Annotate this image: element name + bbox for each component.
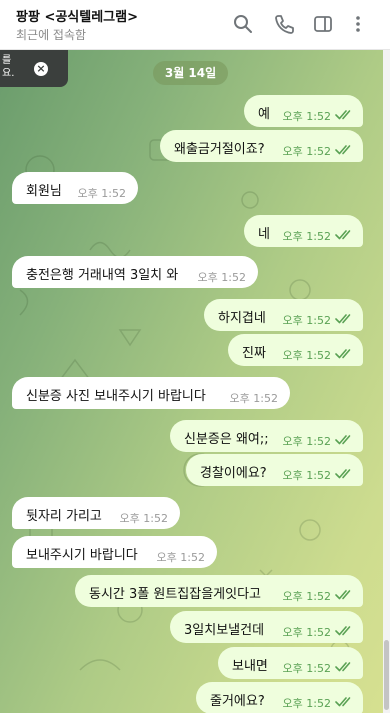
message-time: 오후 1:52 xyxy=(282,145,331,158)
search-icon[interactable] xyxy=(232,13,254,35)
message-time: 오후 1:52 xyxy=(282,230,331,243)
outgoing-message[interactable]: 하지겹네 오후 1:52 xyxy=(204,299,363,331)
message-text: 경찰이에요? xyxy=(200,466,267,481)
outgoing-message[interactable]: 3일치보낼건데 오후 1:52 xyxy=(170,611,363,643)
message-text: 신분증 사진 보내주시기 바랍니다 xyxy=(26,389,206,404)
message-text: 네 xyxy=(258,227,270,242)
outgoing-message[interactable]: 신분증은 왜여;; 오후 1:52 xyxy=(170,420,363,452)
outgoing-message[interactable]: 예 오후 1:52 xyxy=(244,95,363,127)
double-check-icon xyxy=(335,145,351,155)
message-text: 신분증은 왜여;; xyxy=(184,432,269,447)
message-time: 오후 1:52 xyxy=(282,626,331,639)
outgoing-message[interactable]: 보내면 오후 1:52 xyxy=(218,647,363,679)
incoming-message[interactable]: 뒷자리 가리고 오후 1:52 xyxy=(12,497,180,529)
message-time: 오후 1:52 xyxy=(197,271,246,284)
double-check-icon xyxy=(335,314,351,324)
incoming-message[interactable]: 충전은행 거래내역 3일치 와 오후 1:52 xyxy=(12,256,258,288)
notification-toast[interactable]: 를 요. × xyxy=(0,50,68,87)
chat-header: 팡팡 <공식텔레그램> 최근에 접속함 xyxy=(0,0,390,50)
message-text: 충전은행 거래내역 3일치 와 xyxy=(26,268,179,283)
message-text: 뒷자리 가리고 xyxy=(26,509,102,524)
chat-title[interactable]: 팡팡 <공식텔레그램> xyxy=(16,6,138,25)
double-check-icon xyxy=(335,626,351,636)
outgoing-message[interactable]: 진짜 오후 1:52 xyxy=(228,334,363,366)
double-check-icon xyxy=(335,662,351,672)
message-time: 오후 1:52 xyxy=(282,697,331,710)
outgoing-message[interactable]: 네 오후 1:52 xyxy=(244,215,363,247)
sidebar-toggle-icon[interactable] xyxy=(312,13,334,35)
incoming-message[interactable]: 신분증 사진 보내주시기 바랍니다 오후 1:52 xyxy=(12,377,290,409)
message-text: 3일치보낼건데 xyxy=(184,623,265,638)
message-text: 예 xyxy=(258,107,270,122)
message-time: 오후 1:52 xyxy=(156,551,205,564)
phone-icon[interactable] xyxy=(273,13,295,35)
message-list[interactable]: 를 요. × 3월 14일 예 오후 1:52 왜출금거절이죠? 오후 1:52 회원님… xyxy=(0,50,383,713)
message-time: 오후 1:52 xyxy=(229,392,278,405)
message-time: 오후 1:52 xyxy=(282,662,331,675)
double-check-icon xyxy=(335,469,351,479)
scrollbar-track[interactable] xyxy=(383,50,390,713)
incoming-message[interactable]: 회원님 오후 1:52 xyxy=(12,172,138,204)
outgoing-message[interactable]: 줄거에요? 오후 1:52 xyxy=(196,682,363,713)
outgoing-message[interactable]: 경찰이에요? 오후 1:52 xyxy=(186,454,363,486)
message-time: 오후 1:52 xyxy=(282,314,331,327)
more-icon[interactable] xyxy=(347,13,369,35)
message-time: 오후 1:52 xyxy=(282,590,331,603)
double-check-icon xyxy=(335,230,351,240)
message-time: 오후 1:52 xyxy=(282,349,331,362)
message-text: 하지겹네 xyxy=(218,311,266,326)
message-text: 동시간 3폴 원트집잡을게잇다고 xyxy=(89,587,262,602)
double-check-icon xyxy=(335,697,351,707)
last-seen-status: 최근에 접속함 xyxy=(16,28,87,42)
double-check-icon xyxy=(335,435,351,445)
message-text: 왜출금거절이죠? xyxy=(174,142,265,157)
double-check-icon xyxy=(335,110,351,120)
outgoing-message[interactable]: 동시간 3폴 원트집잡을게잇다고 오후 1:52 xyxy=(75,575,363,607)
message-text: 진짜 xyxy=(242,346,266,361)
message-text: 줄거에요? xyxy=(210,694,265,709)
double-check-icon xyxy=(335,590,351,600)
message-text: 회원님 xyxy=(26,184,62,199)
close-icon[interactable]: × xyxy=(34,62,48,76)
message-text: 보내면 xyxy=(232,659,268,674)
date-separator: 3월 14일 xyxy=(153,61,228,85)
outgoing-message[interactable]: 왜출금거절이죠? 오후 1:52 xyxy=(160,130,363,162)
double-check-icon xyxy=(335,349,351,359)
message-time: 오후 1:52 xyxy=(282,110,331,123)
message-time: 오후 1:52 xyxy=(77,187,126,200)
message-time: 오후 1:52 xyxy=(282,469,331,482)
message-time: 오후 1:52 xyxy=(282,435,331,448)
incoming-message[interactable]: 보내주시기 바랍니다 오후 1:52 xyxy=(12,536,217,568)
message-text: 보내주시기 바랍니다 xyxy=(26,548,138,563)
scrollbar-thumb[interactable] xyxy=(384,640,389,710)
message-time: 오후 1:52 xyxy=(119,512,168,525)
